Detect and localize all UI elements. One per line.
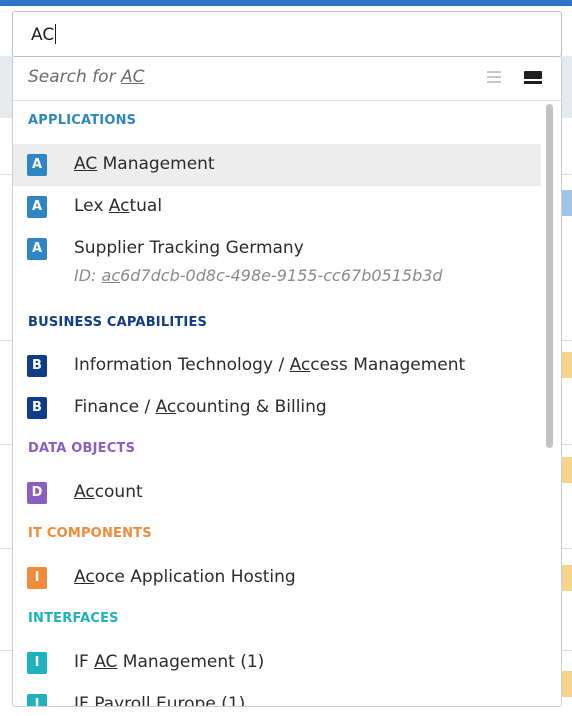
result-item[interactable]: A AC Management <box>13 144 541 186</box>
section-label-data-objects: DATA OBJECTS <box>28 441 136 456</box>
section-label-interfaces: INTERFACES <box>28 611 119 626</box>
section-label-business-capabilities: BUSINESS CAPABILITIES <box>28 315 208 330</box>
section-label-applications: APPLICATIONS <box>28 113 137 128</box>
result-item[interactable]: B Finance / Accounting & Billing <box>13 387 541 429</box>
result-label: Acoce Application Hosting <box>74 567 296 587</box>
interface-type-icon: I <box>27 694 47 706</box>
it-component-type-icon: I <box>27 567 47 589</box>
result-item[interactable]: A Lex Actual <box>13 186 541 228</box>
result-label: IF Payroll Europe (1) <box>74 694 246 707</box>
result-label: Lex Actual <box>74 196 163 216</box>
search-for-row[interactable]: Search for AC <box>13 57 561 101</box>
background-top-bar <box>0 0 572 6</box>
search-input-value: AC <box>31 25 55 45</box>
data-object-type-icon: D <box>27 482 47 504</box>
search-results-dropdown: Search for AC APPLICATIONS A AC Manageme… <box>12 57 562 707</box>
list-view-icon[interactable] <box>487 71 501 83</box>
result-item[interactable]: I IF AC Management (1) <box>13 642 541 684</box>
scrollbar-thumb[interactable] <box>546 104 553 448</box>
application-type-icon: A <box>27 238 47 260</box>
result-label: AC Management <box>74 154 215 174</box>
detail-view-icon[interactable] <box>524 71 542 86</box>
result-id: ID: ac6d7dcb-0d8c-498e-9155-cc67b0515b3d <box>74 266 443 285</box>
result-label: Finance / Accounting & Billing <box>74 397 327 417</box>
result-label: Supplier Tracking Germany <box>74 238 304 258</box>
result-item[interactable]: I IF Payroll Europe (1) <box>13 684 541 707</box>
application-type-icon: A <box>27 196 47 218</box>
business-capability-type-icon: B <box>27 397 47 419</box>
results-scrollbar[interactable] <box>544 102 556 702</box>
result-label: Account <box>74 482 143 502</box>
result-item[interactable]: D Account <box>13 472 541 514</box>
result-label: IF AC Management (1) <box>74 652 265 672</box>
interface-type-icon: I <box>27 652 47 674</box>
result-item[interactable]: I Acoce Application Hosting <box>13 557 541 599</box>
result-label: Information Technology / Access Manageme… <box>74 355 466 375</box>
text-caret <box>55 24 57 44</box>
search-for-prefix: Search for <box>28 67 121 87</box>
business-capability-type-icon: B <box>27 355 47 377</box>
search-for-term: AC <box>120 67 145 87</box>
result-item[interactable]: A Supplier Tracking Germany ID: ac6d7dcb… <box>13 228 541 292</box>
application-type-icon: A <box>27 154 47 176</box>
result-item[interactable]: B Information Technology / Access Manage… <box>13 345 541 387</box>
section-label-it-components: IT COMPONENTS <box>28 526 152 541</box>
search-input[interactable]: AC <box>12 11 562 57</box>
